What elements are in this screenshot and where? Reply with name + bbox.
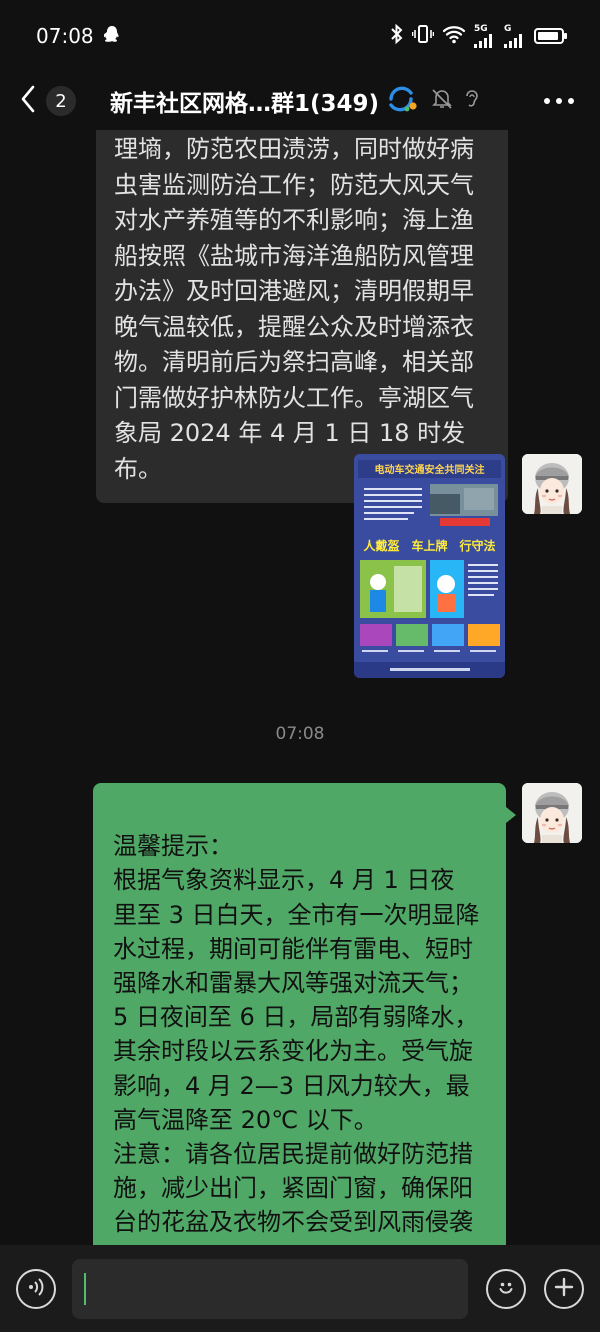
chevron-left-icon — [20, 85, 36, 117]
emoji-icon — [495, 1276, 517, 1302]
voice-icon — [26, 1277, 46, 1301]
avatar[interactable] — [522, 783, 582, 843]
back-button[interactable]: 2 — [20, 85, 76, 117]
text-caret — [84, 1272, 86, 1305]
qq-notification-icon — [103, 24, 120, 48]
battery-icon — [534, 28, 567, 44]
mute-icon — [431, 88, 453, 114]
message-input[interactable] — [72, 1258, 468, 1319]
image-message[interactable]: 电动车交通安全共同关注 人戴盔 车上牌 行守法 — [354, 454, 505, 678]
title-icons — [387, 85, 481, 117]
voice-button[interactable] — [16, 1268, 56, 1309]
chat-screen: 07:08 5G G 2 新丰社区网格…群1(349) 理墒，防范农田渍涝，同时… — [0, 0, 600, 1332]
message-timestamp: 07:08 — [275, 724, 325, 744]
poster-slogan: 人戴盔 车上牌 行守法 — [363, 538, 495, 553]
plus-button[interactable] — [544, 1268, 584, 1309]
status-right: 5G G — [390, 23, 567, 49]
more-options-button[interactable] — [538, 92, 580, 110]
avatar[interactable] — [522, 454, 582, 514]
unread-count-badge: 2 — [46, 86, 76, 116]
status-time: 07:08 — [36, 24, 94, 48]
signal-g-icon: G — [504, 23, 526, 48]
chat-title[interactable]: 新丰社区网格…群1(349) — [110, 84, 379, 118]
network-label-1: 5G — [474, 23, 488, 34]
vibrate-icon — [411, 24, 435, 48]
message-bubble-received[interactable]: 理墒，防范农田渍涝，同时做好病 虫害监测防治工作；防范大风天气 对水产养殖等的不… — [96, 130, 508, 503]
bluetooth-icon — [390, 23, 404, 49]
message-list[interactable]: 理墒，防范农田渍涝，同时做好病 虫害监测防治工作；防范大风天气 对水产养殖等的不… — [0, 130, 600, 1245]
message-text: 温馨提示： 根据气象资料显示，4 月 1 日夜 里至 3 日白天，全市有一次明显… — [113, 832, 480, 1237]
message-bubble-sent[interactable]: 温馨提示： 根据气象资料显示，4 月 1 日夜 里至 3 日白天，全市有一次明显… — [93, 783, 516, 1245]
more-dot-icon — [556, 98, 562, 104]
input-bar — [0, 1245, 600, 1332]
input-actions — [486, 1268, 584, 1309]
emoji-button[interactable] — [486, 1268, 526, 1309]
wifi-icon — [442, 24, 466, 48]
ear-icon — [463, 88, 481, 114]
status-left: 07:08 — [36, 24, 120, 48]
nav-bar: 2 新丰社区网格…群1(349) — [0, 72, 600, 130]
more-dot-icon — [544, 98, 550, 104]
plus-icon — [554, 1277, 574, 1301]
more-dot-icon — [568, 98, 574, 104]
network-label-2: G — [504, 23, 512, 34]
enterprise-group-icon — [387, 85, 421, 117]
status-bar: 07:08 5G G — [0, 0, 600, 72]
signal-5g-icon: 5G — [474, 23, 496, 48]
poster-headline: 电动车交通安全共同关注 — [375, 463, 485, 476]
